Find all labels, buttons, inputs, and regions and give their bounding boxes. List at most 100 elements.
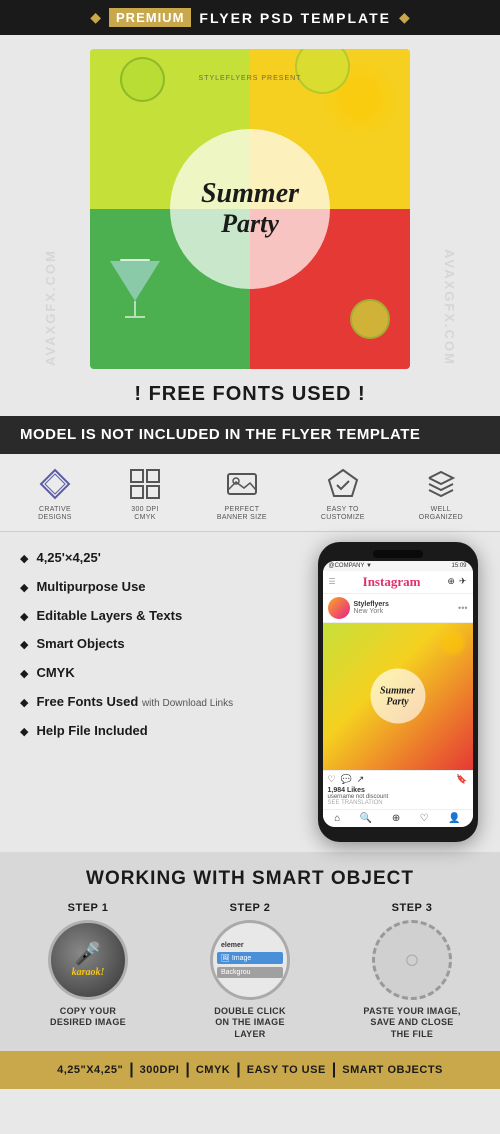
customize-icon [325,466,361,502]
step-2-circle: elemer 🖼 Image Backgrou [210,920,290,1000]
phone-profile-row: Styleflyers New York ••• [323,594,473,623]
features-list: ◆ 4,25'×4,25' ◆ Multipurpose Use ◆ Edita… [0,542,305,842]
icon-banner-label: PERFECTBANNER SIZE [217,506,267,523]
phone-search-icon: 🔍 [360,813,372,824]
step-3-circle: ○ [372,920,452,1000]
footer-cmyk: CMYK [196,1064,230,1076]
footer-dpi: 300DPI [140,1064,180,1076]
feature-free-fonts-text: Free Fonts Used with Download Links [36,694,233,711]
feature-cmyk: ◆ CMYK [20,665,305,682]
flyer-title-line1: Summer [201,179,299,210]
phone-home-icon: ⌂ [334,813,340,824]
feature-free-fonts: ◆ Free Fonts Used with Download Links [20,694,305,711]
phone-username: Styleflyers [354,601,389,608]
header: ◆ PREMIUM FLYER PSD TEMPLATE ◆ [0,0,500,35]
step2-image-layer: 🖼 Image [217,952,283,964]
icons-row: CRATIVEDESIGNS 300 DPICMYK PERFECTBANNER… [0,454,500,532]
phone-status-bar: @COMPANY ▼ 15:09 [323,561,473,571]
flyer-title-line2: Party [221,210,279,239]
phone-company: @COMPANY ▼ [329,563,372,569]
phone-post-circle: Summer Party [370,669,425,724]
flyer-circle: Summer Party [170,129,330,289]
step2-elemnt-label: elemer [217,942,283,949]
phone-profile-nav-icon: 👤 [448,813,460,824]
phone-notch [373,550,423,558]
bullet-diamond-icon: ◆ [20,610,28,623]
icon-dpi-label: 300 DPICMYK [131,506,158,523]
phone-time: 15:09 [451,563,466,569]
step-3-label: STEP 3 [392,902,433,914]
step-1-label: STEP 1 [68,902,109,914]
footer-easy: EASY TO USE [247,1064,326,1076]
flyer-image: STYLEFLYERS PRESENT Summer Party [90,49,410,369]
phone-actions: ♡ 💬 ↗ 🔖 1,984 Likes username not discoun… [323,770,473,809]
smart-object-section: WORKING WITH SMART OBJECT STEP 1 🎤 karao… [0,852,500,1051]
bullet-diamond-icon: ◆ [20,638,28,651]
phone-bookmark-icon: 🔖 [456,774,467,785]
bullet-diamond-icon: ◆ [20,552,28,565]
bullet-diamond-icon: ◆ [20,725,28,738]
instagram-logo: Instagram [363,574,421,590]
feature-editable: ◆ Editable Layers & Texts [20,608,305,625]
layers-icon [423,466,459,502]
phone-see-translation: SEE TRANSLATION [328,800,468,806]
footer-sep-1: | [129,1061,133,1079]
icon-organized-label: WELLORGANIZED [419,506,463,523]
phone-add-icon: ⊕ [392,813,400,824]
diamond-shape-icon [37,466,73,502]
smart-object-title: WORKING WITH SMART OBJECT [10,868,490,890]
icon-dpi: 300 DPICMYK [127,466,163,523]
icon-creative: CRATIVEDESIGNS [37,466,73,523]
step-1: STEP 1 🎤 karaok! COPY YOURDESIRED IMAGE [10,902,166,1029]
footer-sep-2: | [185,1061,189,1079]
feature-help: ◆ Help File Included [20,723,305,740]
free-fonts-label: ! FREE FONTS USED ! [134,383,365,405]
step-2: STEP 2 elemer 🖼 Image Backgrou DOUBLE CL… [172,902,328,1041]
phone-more-icon: ••• [458,603,467,613]
phone-share-icon: ↗ [357,774,365,785]
step-1-desc: COPY YOURDESIRED IMAGE [50,1006,126,1029]
phone-area: @COMPANY ▼ 15:09 ☰ Instagram ⊕ ✈ S [305,542,500,842]
empty-circle-icon: ○ [404,944,420,975]
phone-bottom-nav: ⌂ 🔍 ⊕ ♡ 👤 [323,809,473,827]
footer-sep-4: | [332,1061,336,1079]
icon-creative-label: CRATIVEDESIGNS [38,506,72,523]
footer-smart: SMART OBJECTS [342,1064,443,1076]
step-2-label: STEP 2 [230,902,271,914]
feature-size-text: 4,25'×4,25' [36,550,100,567]
header-title: FLYER PSD TEMPLATE [199,10,391,26]
steps-row: STEP 1 🎤 karaok! COPY YOURDESIRED IMAGE … [10,902,490,1041]
feature-editable-text: Editable Layers & Texts [36,608,182,625]
image-icon [224,466,260,502]
icon-customize: EASY TOCUSTOMIZE [321,466,365,523]
grid-icon [127,466,163,502]
premium-badge: PREMIUM [109,8,191,27]
bullet-diamond-icon: ◆ [20,667,28,680]
feature-multipurpose: ◆ Multipurpose Use [20,579,305,596]
phone-compass-icon: ⊕ [447,576,455,587]
phone-heart-nav-icon: ♡ [420,813,429,824]
feature-cmyk-text: CMYK [36,665,74,682]
model-banner: MODEL IS NOT INCLUDED IN THE FLYER TEMPL… [0,416,500,454]
step-2-desc: DOUBLE CLICKON THE IMAGELAYER [214,1006,286,1041]
icon-customize-label: EASY TOCUSTOMIZE [321,506,365,523]
phone-nav-left-icon: ☰ [329,577,336,586]
footer-sep-3: | [236,1061,240,1079]
feature-help-text: Help File Included [36,723,147,740]
icon-banner: PERFECTBANNER SIZE [217,466,267,523]
phone-likes: 1,984 Likes [328,787,468,794]
model-banner-text: MODEL IS NOT INCLUDED IN THE FLYER TEMPL… [20,426,420,443]
feature-free-fonts-sub: with Download Links [142,698,233,709]
footer-size: 4,25"x4,25" [57,1064,123,1076]
phone-heart-icon: ♡ [328,774,336,785]
phone-post-title: Summer Party [380,685,415,707]
main-content: ◆ 4,25'×4,25' ◆ Multipurpose Use ◆ Edita… [0,532,500,852]
microphone-icon: 🎤 [72,941,105,967]
phone-nav-icons: ⊕ ✈ [447,576,466,587]
step2-layers-inner: elemer 🖼 Image Backgrou [213,938,287,982]
phone-action-icons: ♡ 💬 ↗ 🔖 [328,774,468,785]
step-3: STEP 3 ○ PASTE YOUR IMAGE,SAVE AND CLOSE… [334,902,490,1041]
phone-send-icon: ✈ [459,576,467,587]
step2-background-layer: Backgrou [217,967,283,978]
feature-size: ◆ 4,25'×4,25' [20,550,305,567]
